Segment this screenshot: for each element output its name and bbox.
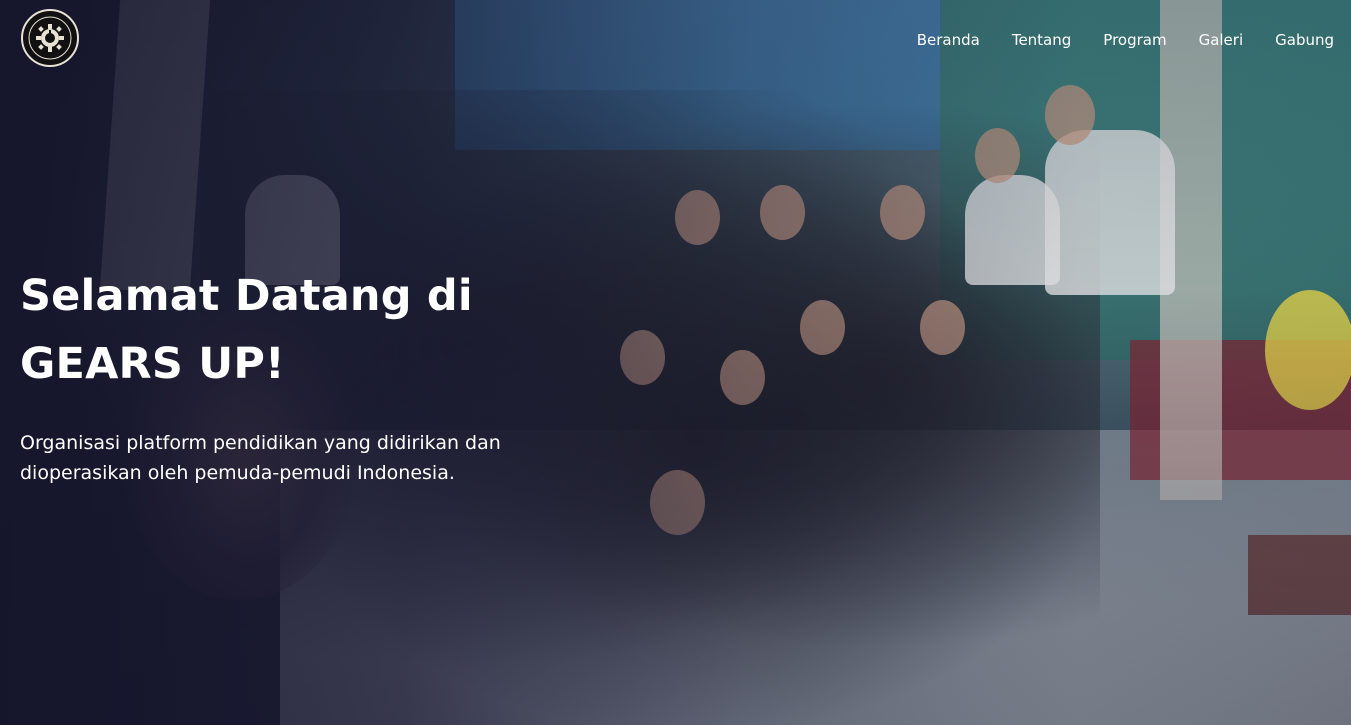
nav-link-tentang[interactable]: Tentang — [1012, 30, 1071, 50]
nav-link-beranda[interactable]: Beranda — [917, 30, 980, 50]
hero-title: Selamat Datang di GEARS UP! — [20, 262, 620, 398]
hero-content: Selamat Datang di GEARS UP! Organisasi p… — [20, 262, 620, 488]
nav-link-galeri[interactable]: Galeri — [1199, 30, 1244, 50]
gears-up-logo-icon[interactable] — [21, 9, 79, 67]
nav-link-program[interactable]: Program — [1103, 30, 1166, 50]
hero-section: Beranda Tentang Program Galeri Gabung Se… — [0, 0, 1351, 725]
nav-link-gabung[interactable]: Gabung — [1275, 30, 1334, 50]
navbar: Beranda Tentang Program Galeri Gabung — [0, 0, 1351, 80]
gear-icon — [28, 16, 72, 60]
hero-title-line1: Selamat Datang di — [20, 271, 473, 321]
hero-title-line2: GEARS UP! — [20, 339, 285, 389]
hero-subtitle: Organisasi platform pendidikan yang didi… — [20, 432, 501, 484]
nav-menu: Beranda Tentang Program Galeri Gabung — [917, 30, 1334, 50]
